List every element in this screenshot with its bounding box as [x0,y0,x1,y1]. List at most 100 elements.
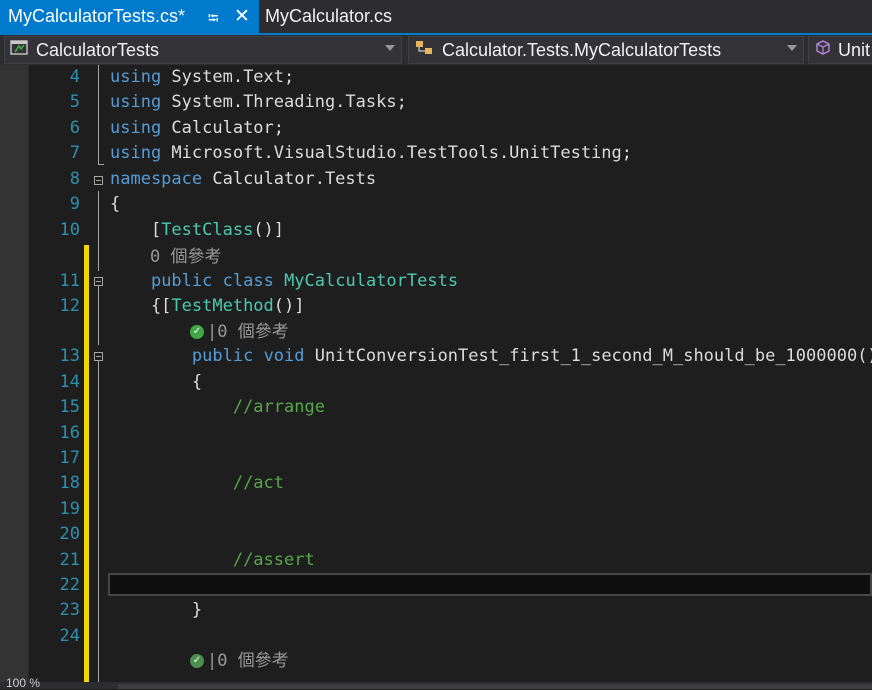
chevron-down-icon [787,45,797,51]
code-line[interactable]: 20 [0,522,872,547]
code-line[interactable]: 21 //assert [0,548,872,573]
code-token: using [110,143,162,163]
code-text: } [110,598,202,623]
code-token: //assert [232,550,315,570]
chevron-down-icon [385,45,395,51]
code-line[interactable]: 8 namespace Calculator.Tests [0,167,872,192]
line-number: 23 [59,600,80,620]
code-line[interactable]: 5 using System.Threading.Tasks; [0,90,872,115]
line-number: 15 [59,397,80,417]
code-line[interactable]: 12 {[TestMethod()] [0,294,872,319]
line-number: 24 [59,626,80,646]
code-token: ()] [273,296,305,316]
tab-mycalculator[interactable]: MyCalculator.cs [259,0,392,33]
code-editor[interactable]: 4 using System.Text; 5 using System.Threadi… [0,65,872,682]
line-number: 22 [59,575,80,595]
code-token: } [110,600,203,620]
code-text: namespace Calculator.Tests [110,167,376,192]
code-token: { [110,194,121,214]
code-text: { [110,370,202,395]
code-token: public [150,271,213,291]
code-text: { [110,192,120,217]
code-text: public class MyCalculatorTests [110,269,458,294]
code-text: using System.Threading.Tasks; [110,90,407,115]
code-text: using Calculator; [110,116,284,141]
line-number: 19 [59,499,80,519]
code-token: using [110,118,162,138]
code-line[interactable]: 23 } [0,598,872,623]
code-line[interactable]: 22 [0,573,872,598]
codelens-next-references[interactable]: |0 個參考 [207,649,289,674]
code-line[interactable]: 14 { [0,370,872,395]
code-token: Microsoft.VisualStudio.TestTools.UnitTes… [161,143,632,163]
line-number: 6 [69,118,80,138]
type-dropdown[interactable]: Calculator.Tests.MyCalculatorTests [408,36,804,64]
line-number: 5 [69,92,80,112]
code-token: Calculator.Tests [202,169,377,189]
code-line[interactable]: 7 using Microsoft.VisualStudio.TestTools.… [0,141,872,166]
project-dropdown[interactable]: CalculatorTests [4,36,402,64]
test-passed-icon: ✓ [190,654,204,668]
codelens-class-references[interactable]: 0 個參考 [150,245,221,270]
document-tab-strip: MyCalculatorTests.cs* ⭾ ✕ MyCalculator.c… [0,0,872,33]
code-line[interactable]: 18 //act [0,471,872,496]
code-line[interactable]: 6 using Calculator; [0,116,872,141]
code-line[interactable]: 16 [0,421,872,446]
test-passed-icon: ✓ [190,325,204,339]
line-number: 8 [69,169,80,189]
code-line[interactable]: 13 public void UnitConversionTest_first_… [0,344,872,369]
code-text: [TestClass()] [110,218,284,243]
code-text: public void UnitConversionTest_first_1_s… [110,344,872,369]
editor-bottom-bar: 100 % [0,677,872,689]
code-line[interactable]: 19 [0,497,872,522]
codelens-method-references[interactable]: |0 個參考 [207,320,289,345]
code-token: using [110,92,162,112]
code-token: //act [232,473,285,493]
zoom-level[interactable]: 100 % [6,677,40,689]
line-number: 4 [69,67,80,87]
code-line[interactable]: 24 [0,624,872,649]
line-number: 21 [59,550,80,570]
tab-mycalculatortests[interactable]: MyCalculatorTests.cs* ⭾ ✕ [0,0,259,33]
line-number: 17 [59,448,80,468]
code-text: {[TestMethod()] [110,294,305,319]
project-dropdown-label: CalculatorTests [36,39,160,60]
tab-label: MyCalculatorTests.cs* [8,6,186,26]
code-line[interactable]: 11 public class MyCalculatorTests [0,269,872,294]
code-text: using System.Text; [110,65,294,90]
code-line[interactable]: 15 //arrange [0,395,872,420]
code-token: UnitConversionTest_first_1_second_M_shou… [304,346,872,366]
line-number: 11 [59,271,80,291]
class-icon [414,39,436,62]
line-number: 13 [59,346,80,366]
code-token: namespace [110,169,203,189]
line-number: 7 [69,143,80,163]
code-line[interactable]: 4 using System.Text; [0,65,872,90]
code-token: public [191,346,254,366]
code-text: //assert [110,548,315,573]
code-token: class [222,271,274,291]
type-dropdown-label: Calculator.Tests.MyCalculatorTests [442,39,722,60]
member-dropdown[interactable]: Unit [808,36,872,64]
code-token: ()] [253,220,285,240]
code-token: TestMethod [171,296,274,316]
code-token: TestClass [161,220,254,240]
horizontal-scrollbar[interactable] [118,684,872,689]
code-token: System.Text; [161,67,295,87]
code-line[interactable]: 10 [TestClass()] [0,218,872,243]
close-icon[interactable]: ✕ [234,5,250,27]
code-token: System.Threading.Tasks; [161,92,407,112]
code-token: void [263,346,305,366]
code-line[interactable]: 9{ [0,192,872,217]
pin-icon[interactable]: ⭾ [208,8,219,32]
code-line[interactable]: 17 [0,446,872,471]
code-text: //arrange [110,395,325,420]
